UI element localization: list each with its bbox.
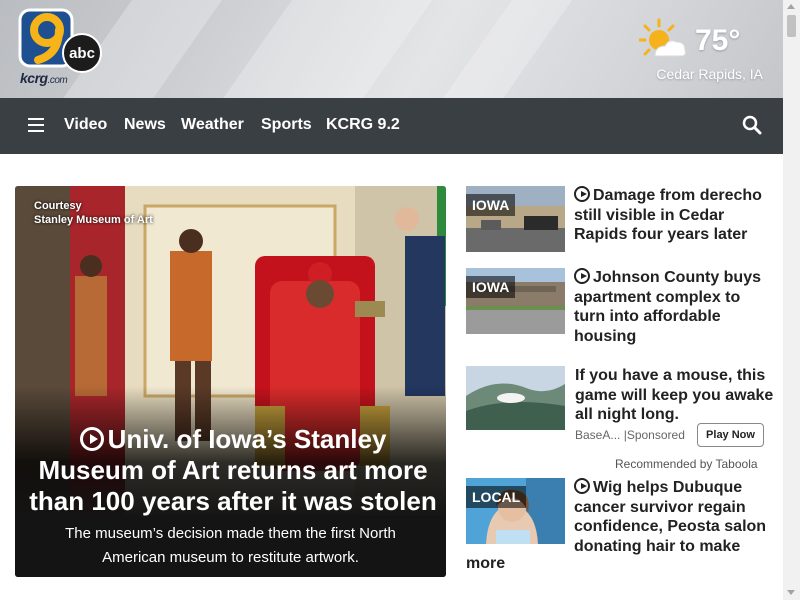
story-tag: IOWA: [466, 194, 516, 216]
story-tag: IOWA: [466, 276, 516, 298]
abc-badge: abc: [62, 33, 102, 73]
temperature: 75°: [695, 24, 741, 57]
story-thumbnail: LOCAL: [466, 478, 565, 544]
scroll-up-arrow-icon[interactable]: [787, 4, 795, 9]
video-play-icon: [574, 478, 590, 494]
story-headline-continued[interactable]: more: [466, 555, 505, 573]
sponsored-card: If you have a mouse, this game will keep…: [466, 366, 776, 448]
story-card[interactable]: IOWA Damage from derecho still visible i…: [466, 186, 776, 256]
scroll-thumb[interactable]: [787, 15, 796, 37]
nav-item-sports[interactable]: Sports: [261, 116, 312, 134]
video-play-icon: [574, 186, 590, 202]
header-decoration: [399, 0, 601, 98]
sponsored-headline[interactable]: If you have a mouse, this game will keep…: [575, 366, 775, 425]
story-headline-text: Wig helps Dubuque cancer survivor regain…: [574, 479, 767, 555]
nav-item-video[interactable]: Video: [64, 116, 107, 134]
hero-description: The museum’s decision made them the firs…: [65, 525, 396, 566]
story-headline[interactable]: Johnson County buys apartment complex to…: [574, 268, 774, 346]
play-now-button[interactable]: Play Now: [697, 423, 764, 447]
story-card[interactable]: LOCAL Wig helps Dubuque cancer survivor …: [466, 478, 776, 578]
photo-credit: Courtesy Stanley Museum of Art: [34, 199, 153, 227]
site-header: abc kcrg.com 75° Cedar Rapids, IA: [0, 0, 783, 98]
photo-credit-line: Courtesy: [34, 200, 82, 212]
story-headline-text: Damage from derecho still visible in Ced…: [574, 187, 762, 243]
station-domain: .com: [47, 75, 68, 86]
scrollbar[interactable]: [783, 0, 800, 600]
hero-story[interactable]: Courtesy Stanley Museum of Art Univ. of …: [15, 186, 446, 577]
station-wordmark: kcrg.com: [20, 70, 68, 86]
video-play-icon: [574, 268, 590, 284]
header-decoration: [179, 0, 461, 98]
weather-location: Cedar Rapids, IA: [656, 66, 763, 82]
sponsored-source[interactable]: BaseA...: [575, 428, 620, 442]
sponsored-thumbnail[interactable]: [466, 366, 565, 430]
nav-item-weather[interactable]: Weather: [181, 116, 244, 134]
story-tag: LOCAL: [466, 486, 527, 508]
story-thumbnail: IOWA: [466, 186, 565, 252]
story-thumbnail: IOWA: [466, 268, 565, 334]
story-headline[interactable]: Wig helps Dubuque cancer survivor regain…: [574, 478, 774, 556]
nav-item-kcrg92[interactable]: KCRG 9.2: [326, 116, 400, 134]
hero-title[interactable]: Univ. of Iowa’s Stanley Museum of Art re…: [27, 424, 439, 517]
kcrg-logo[interactable]: abc kcrg.com: [14, 8, 106, 88]
story-headline-text: Johnson County buys apartment complex to…: [574, 269, 761, 345]
weather-widget[interactable]: 75° Cedar Rapids, IA: [639, 18, 763, 88]
video-play-icon: [79, 427, 104, 451]
nav-item-news[interactable]: News: [124, 116, 166, 134]
story-headline[interactable]: Damage from derecho still visible in Ced…: [574, 186, 774, 245]
menu-icon[interactable]: [28, 118, 44, 132]
sponsored-image: [466, 366, 565, 430]
story-card[interactable]: IOWA Johnson County buys apartment compl…: [466, 268, 776, 354]
sponsored-label: |Sponsored: [623, 428, 685, 442]
photo-credit-line: Stanley Museum of Art: [34, 214, 153, 226]
partly-sunny-icon: [639, 18, 686, 57]
sponsored-meta: BaseA... |Sponsored: [575, 428, 685, 442]
taboola-attribution[interactable]: Recommended by Taboola: [615, 457, 758, 471]
scroll-down-arrow-icon[interactable]: [787, 590, 795, 595]
station-name: kcrg: [20, 70, 48, 86]
main-nav: Video News Weather Sports KCRG 9.2: [0, 98, 783, 154]
search-icon[interactable]: [742, 115, 762, 135]
